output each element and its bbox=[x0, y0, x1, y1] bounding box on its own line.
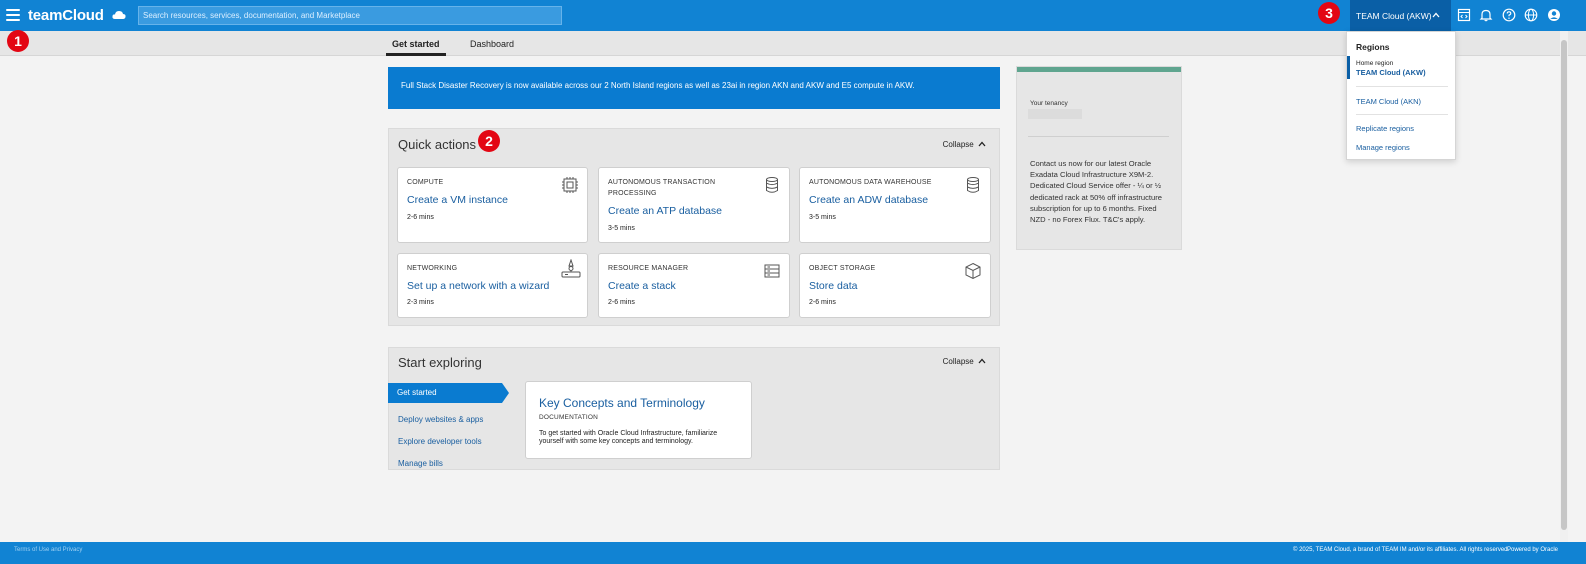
network-wizard-icon bbox=[561, 259, 581, 278]
start-exploring-collapse-button[interactable]: Collapse bbox=[943, 357, 986, 366]
documentation-card[interactable]: Key Concepts and Terminology DOCUMENTATI… bbox=[525, 381, 752, 459]
announcement-banner: Full Stack Disaster Recovery is now avai… bbox=[388, 67, 1000, 109]
card-category: OBJECT STORAGE bbox=[809, 265, 876, 272]
doc-type: DOCUMENTATION bbox=[539, 414, 599, 421]
explore-item-deploy[interactable]: Deploy websites & apps bbox=[398, 415, 483, 424]
help-icon[interactable] bbox=[1502, 8, 1516, 22]
card-time: 2-3 mins bbox=[407, 299, 434, 306]
home-region-label: Home region bbox=[1356, 60, 1394, 67]
regions-title: Regions bbox=[1356, 42, 1390, 52]
database-icon bbox=[967, 177, 979, 193]
top-bar: teamCloud Search resources, services, do… bbox=[0, 0, 1586, 31]
tab-get-started[interactable]: Get started bbox=[392, 39, 440, 49]
annotation-badge-2: 2 bbox=[478, 130, 500, 152]
hamburger-menu-icon[interactable] bbox=[6, 9, 20, 21]
terms-privacy-link[interactable]: Terms of Use and Privacy bbox=[14, 547, 82, 553]
card-title-link[interactable]: Create an ADW database bbox=[809, 194, 928, 206]
region-option-akn[interactable]: TEAM Cloud (AKN) bbox=[1356, 97, 1421, 106]
card-title-link[interactable]: Create a VM instance bbox=[407, 194, 508, 206]
stack-icon bbox=[764, 264, 780, 278]
tenancy-name-redacted bbox=[1028, 109, 1082, 119]
quick-action-card-compute[interactable]: COMPUTE Create a VM instance 2-6 mins bbox=[397, 167, 588, 243]
card-category: COMPUTE bbox=[407, 179, 444, 186]
copyright-text: © 2025, TEAM Cloud, a brand of TEAM IM a… bbox=[1293, 547, 1510, 553]
bell-notification-icon[interactable] bbox=[1479, 8, 1493, 22]
chevron-up-icon bbox=[978, 358, 986, 364]
logo[interactable]: teamCloud bbox=[28, 7, 104, 24]
explore-item-developer-tools[interactable]: Explore developer tools bbox=[398, 437, 482, 446]
card-category: RESOURCE MANAGER bbox=[608, 265, 689, 272]
selected-region-indicator bbox=[1347, 56, 1350, 79]
card-category: NETWORKING bbox=[407, 265, 458, 272]
database-icon bbox=[766, 177, 778, 193]
card-time: 2-6 mins bbox=[407, 214, 434, 221]
storage-box-icon bbox=[965, 262, 981, 280]
scrollbar-thumb[interactable] bbox=[1561, 40, 1567, 530]
card-category: AUTONOMOUS TRANSACTION PROCESSING bbox=[608, 179, 716, 197]
footer: Terms of Use and Privacy © 2025, TEAM Cl… bbox=[0, 542, 1586, 564]
card-time: 2-6 mins bbox=[809, 299, 836, 306]
quick-actions-collapse-button[interactable]: Collapse bbox=[943, 140, 986, 149]
quick-action-card-object-storage[interactable]: OBJECT STORAGE Store data 2-6 mins bbox=[799, 253, 991, 318]
promo-divider bbox=[1028, 136, 1169, 137]
annotation-badge-1: 1 bbox=[7, 30, 29, 52]
promo-panel: Your tenancy Contact us now for our late… bbox=[1016, 66, 1182, 250]
regions-dropdown: Regions Home region TEAM Cloud (AKW) TEA… bbox=[1346, 31, 1456, 160]
region-option-akw[interactable]: TEAM Cloud (AKW) bbox=[1356, 68, 1426, 77]
promo-text: Contact us now for our latest Oracle Exa… bbox=[1030, 159, 1162, 225]
promo-accent-bar bbox=[1017, 67, 1181, 72]
start-exploring-title: Start exploring bbox=[398, 355, 482, 370]
chevron-up-icon bbox=[1432, 12, 1440, 18]
card-title-link[interactable]: Create a stack bbox=[608, 280, 676, 292]
explore-item-manage-bills[interactable]: Manage bills bbox=[398, 459, 443, 468]
cloud-shell-icon[interactable] bbox=[1457, 8, 1471, 22]
user-profile-icon[interactable] bbox=[1547, 8, 1561, 22]
dropdown-divider bbox=[1356, 114, 1448, 115]
card-time: 2-6 mins bbox=[608, 299, 635, 306]
quick-action-card-adw[interactable]: AUTONOMOUS DATA WAREHOUSE Create an ADW … bbox=[799, 167, 991, 243]
card-title-link[interactable]: Create an ATP database bbox=[608, 205, 722, 217]
card-title-link[interactable]: Set up a network with a wizard bbox=[407, 280, 549, 292]
card-category: AUTONOMOUS DATA WAREHOUSE bbox=[809, 179, 932, 186]
quick-action-card-resource-manager[interactable]: RESOURCE MANAGER Create a stack 2-6 mins bbox=[598, 253, 790, 318]
annotation-badge-3: 3 bbox=[1318, 2, 1340, 24]
cpu-chip-icon bbox=[562, 177, 578, 193]
tenancy-label: Your tenancy bbox=[1030, 100, 1068, 107]
manage-regions-link[interactable]: Manage regions bbox=[1356, 143, 1410, 152]
search-input[interactable]: Search resources, services, documentatio… bbox=[138, 6, 562, 25]
explore-item-get-started-label: Get started bbox=[397, 388, 437, 397]
quick-action-card-networking[interactable]: NETWORKING Set up a network with a wizar… bbox=[397, 253, 588, 318]
region-button-label: TEAM Cloud (AKW) bbox=[1356, 11, 1432, 21]
tab-dashboard[interactable]: Dashboard bbox=[470, 39, 514, 49]
chevron-up-icon bbox=[978, 141, 986, 147]
quick-actions-title: Quick actions bbox=[398, 137, 477, 152]
dropdown-divider bbox=[1356, 86, 1448, 87]
active-tab-indicator bbox=[386, 53, 446, 56]
replicate-regions-link[interactable]: Replicate regions bbox=[1356, 124, 1414, 133]
card-time: 3-5 mins bbox=[608, 225, 635, 232]
doc-title-link[interactable]: Key Concepts and Terminology bbox=[539, 396, 705, 410]
doc-description: To get started with Oracle Cloud Infrast… bbox=[539, 430, 718, 445]
cloud-logo-icon bbox=[112, 11, 126, 19]
card-time: 3-5 mins bbox=[809, 214, 836, 221]
collapse-label: Collapse bbox=[942, 357, 974, 366]
quick-action-card-atp[interactable]: AUTONOMOUS TRANSACTION PROCESSING Create… bbox=[598, 167, 790, 243]
collapse-label: Collapse bbox=[942, 140, 974, 149]
card-title-link[interactable]: Store data bbox=[809, 280, 857, 292]
region-selector-button[interactable]: TEAM Cloud (AKW) bbox=[1350, 0, 1451, 31]
powered-by-text: Powered by Oracle bbox=[1507, 547, 1559, 553]
globe-language-icon[interactable] bbox=[1524, 8, 1538, 22]
